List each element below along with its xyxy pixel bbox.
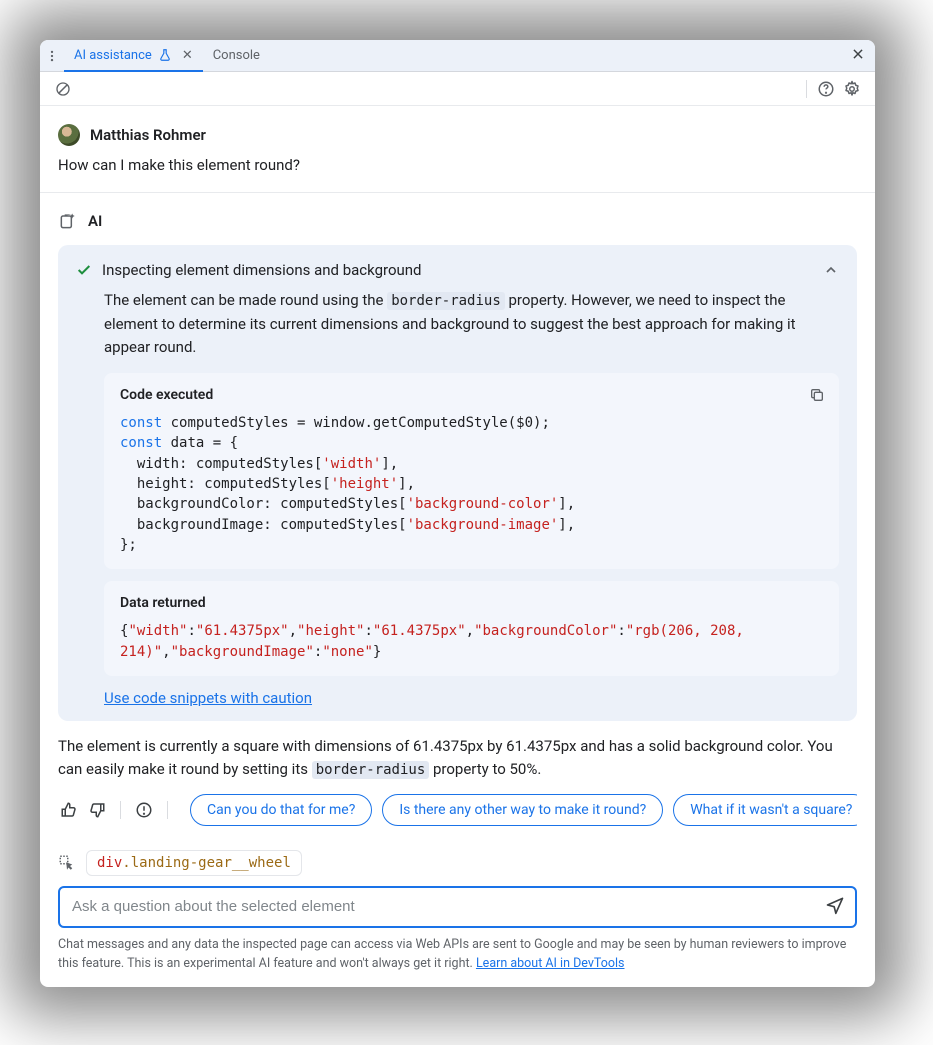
ai-step-card: Inspecting element dimensions and backgr… [58, 245, 857, 721]
code-box-title: Data returned [120, 595, 823, 611]
settings-button[interactable] [839, 76, 865, 102]
learn-more-link[interactable]: Learn about AI in DevTools [476, 956, 625, 971]
separator [167, 801, 168, 819]
tab-ai-assistance[interactable]: AI assistance ✕ [64, 40, 203, 72]
code-inline: border-radius [387, 292, 505, 310]
send-icon [825, 895, 845, 915]
user-message: How can I make this element round? [58, 156, 857, 174]
step-body: The element can be made round using the … [76, 289, 839, 359]
tag-name: div [97, 855, 122, 871]
code-block: {"width":"61.4375px","height":"61.4375px… [120, 621, 823, 662]
more-tabs-button[interactable] [40, 49, 64, 63]
ai-summary: The element is currently a square with d… [58, 735, 857, 782]
send-button[interactable] [825, 895, 845, 919]
tab-label: Console [213, 48, 260, 63]
help-button[interactable] [813, 76, 839, 102]
copy-button[interactable] [805, 383, 829, 407]
devtools-panel: AI assistance ✕ Console Matthias Rohmer [40, 40, 875, 987]
feedback-row: Can you do that for me? Is there any oth… [58, 794, 857, 826]
thumbs-up-icon [60, 801, 78, 819]
thumbs-up-button[interactable] [58, 799, 80, 821]
data-returned-box: Data returned {"width":"61.4375px","heig… [104, 581, 839, 676]
chat-area: Matthias Rohmer How can I make this elem… [40, 106, 875, 928]
close-tab-icon[interactable]: ✕ [182, 48, 193, 63]
code-block: const computedStyles = window.getCompute… [120, 413, 823, 555]
thumbs-down-button[interactable] [86, 799, 108, 821]
text: Chat messages and any data the inspected… [58, 937, 846, 971]
separator [120, 801, 121, 819]
avatar [58, 124, 80, 146]
text: The element can be made round using the [104, 291, 387, 309]
divider [40, 192, 875, 193]
code-box-title: Code executed [120, 387, 823, 403]
copy-icon [809, 387, 825, 403]
disclaimer: Chat messages and any data the inspected… [40, 936, 875, 988]
close-panel-button[interactable] [851, 46, 865, 65]
tab-console[interactable]: Console [203, 40, 270, 72]
suggestion-chip[interactable]: Is there any other way to make it round? [382, 794, 663, 826]
class-name: .landing-gear__wheel [122, 855, 291, 871]
caution-link[interactable]: Use code snippets with caution [104, 689, 312, 707]
ai-label: AI [88, 212, 102, 230]
step-title: Inspecting element dimensions and backgr… [102, 261, 813, 279]
ai-sparkle-icon [58, 211, 78, 231]
chat-input-row [58, 886, 857, 928]
tab-label: AI assistance [74, 48, 152, 63]
ai-header: AI [58, 211, 857, 231]
clear-button[interactable] [50, 76, 76, 102]
alert-icon [135, 801, 153, 819]
context-element-chip[interactable]: div.landing-gear__wheel [86, 850, 302, 876]
chat-input[interactable] [72, 898, 825, 915]
context-row: div.landing-gear__wheel [58, 850, 857, 876]
toolbar [40, 72, 875, 106]
check-icon [76, 262, 92, 278]
select-element-icon[interactable] [58, 854, 76, 872]
report-button[interactable] [133, 799, 155, 821]
flask-icon [158, 48, 172, 62]
text: property to 50%. [429, 760, 541, 778]
help-icon [817, 80, 835, 98]
code-executed-box: Code executed const computedStyles = win… [104, 373, 839, 569]
user-header: Matthias Rohmer [58, 124, 857, 146]
chevron-up-icon [823, 262, 839, 278]
suggestion-chip[interactable]: What if it wasn't a square? [673, 794, 857, 826]
step-header[interactable]: Inspecting element dimensions and backgr… [76, 261, 839, 279]
suggestion-chips: Can you do that for me? Is there any oth… [190, 794, 857, 826]
user-name: Matthias Rohmer [90, 126, 206, 144]
close-icon [851, 47, 865, 61]
suggestion-chip[interactable]: Can you do that for me? [190, 794, 372, 826]
dots-vertical-icon [45, 49, 59, 63]
tab-bar: AI assistance ✕ Console [40, 40, 875, 72]
clear-icon [55, 81, 71, 97]
code-inline: border-radius [312, 761, 430, 779]
gear-icon [843, 80, 861, 98]
thumbs-down-icon [88, 801, 106, 819]
